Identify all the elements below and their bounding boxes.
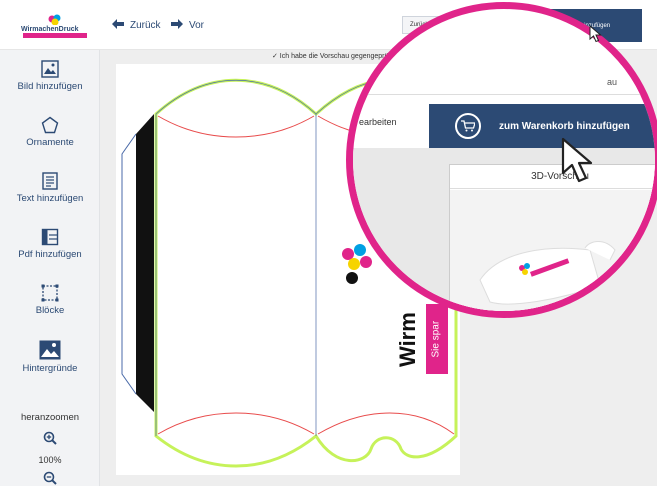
sidebar-item-label: Ornamente <box>26 137 74 148</box>
sidebar-item-label: Pdf hinzufügen <box>18 249 82 260</box>
cursor-icon-small <box>588 24 606 43</box>
forward-label: Vor <box>189 20 205 31</box>
pentagon-icon <box>41 116 59 134</box>
arrow-left-icon <box>112 19 124 32</box>
sidebar-item-ornaments[interactable]: Ornamente <box>0 116 100 148</box>
back-button[interactable]: Zurück <box>112 19 161 32</box>
cursor-icon <box>559 137 609 187</box>
svg-text:WirmachenDruck: WirmachenDruck <box>21 26 79 33</box>
magnifier-callout: au earbeiten zum Warenkorb hinzufügen 3D… <box>346 2 657 318</box>
back-label: Zurück <box>130 20 161 31</box>
pdf-icon <box>41 228 59 246</box>
magnified-add-to-cart-button[interactable]: zum Warenkorb hinzufügen <box>429 104 655 148</box>
text-icon <box>41 172 59 190</box>
logo-graphic: WirmachenDruck <box>20 14 92 38</box>
sidebar-item-add-text[interactable]: Text hinzufügen <box>0 172 100 204</box>
3d-box-render <box>479 241 616 305</box>
zoom-in-icon[interactable] <box>43 431 57 445</box>
zoom-out-icon[interactable] <box>43 471 57 485</box>
sidebar-item-backgrounds[interactable]: Hintergründe <box>0 340 100 374</box>
3d-preview-viewport[interactable] <box>450 190 655 311</box>
magnified-panel-title-partial: au <box>607 77 618 87</box>
magnified-edit-tab-partial[interactable]: earbeiten <box>359 117 397 127</box>
sidebar-item-label: Blöcke <box>35 305 65 316</box>
preview-next-button[interactable]: > <box>628 261 642 275</box>
zoom-label: heranzoomen <box>20 412 80 423</box>
blocks-icon <box>41 284 59 302</box>
sidebar-item-add-image[interactable]: Bild hinzufügen <box>0 60 100 92</box>
sidebar-item-label: Hintergründe <box>22 363 78 374</box>
image-icon <box>41 60 59 78</box>
background-icon <box>39 340 61 360</box>
sidebar: Bild hinzufügen Ornamente Text hinzufüge… <box>0 50 100 486</box>
arrow-right-icon <box>171 19 183 32</box>
cart-icon <box>455 113 481 139</box>
sidebar-item-blocks[interactable]: Blöcke <box>0 284 100 316</box>
zoom-value: 100% <box>38 455 62 465</box>
sidebar-item-label: Text hinzufügen <box>16 193 84 204</box>
sidebar-item-label: Bild hinzufügen <box>17 81 83 92</box>
3d-preview-title: 3D-Vorschau <box>450 165 655 189</box>
logo[interactable]: WirmachenDruck <box>20 14 92 40</box>
forward-button[interactable]: Vor <box>171 19 204 32</box>
brand-tagline-holder: Sie spar <box>428 302 444 362</box>
3d-preview-panel: 3D-Vorschau <box>449 164 655 311</box>
magnified-add-to-cart-label: zum Warenkorb hinzufügen <box>499 120 630 132</box>
sidebar-item-add-pdf[interactable]: Pdf hinzufügen <box>0 228 100 260</box>
